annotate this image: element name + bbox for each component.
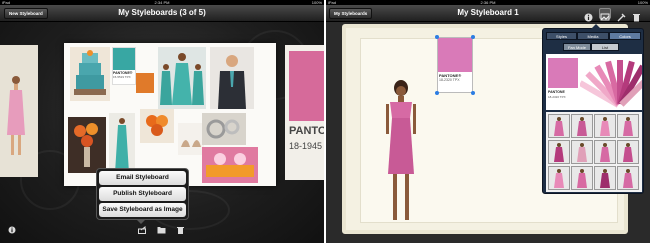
dress-thumbnail[interactable] — [617, 166, 639, 190]
dress-thumbnail[interactable] — [617, 114, 639, 138]
resize-handle[interactable] — [471, 91, 475, 95]
resize-handle[interactable] — [471, 35, 475, 39]
pantone-code-label: 18-1945 — [289, 141, 323, 151]
dress-thumbnail[interactable] — [548, 140, 570, 164]
swatch-code: 15-5519 TPX — [113, 75, 131, 79]
share-icon[interactable] — [138, 226, 147, 237]
centerpiece-image — [68, 117, 106, 173]
orange-pantone-swatch — [136, 73, 154, 93]
color-fan-deck[interactable] — [580, 54, 642, 110]
styleboard-editor-screen: iPad 2:36 PM 100% My Styleboards My Styl… — [326, 0, 650, 243]
popover-arrow — [136, 219, 146, 224]
new-folder-icon[interactable] — [157, 226, 166, 237]
dress-thumbnail[interactable] — [548, 114, 570, 138]
resize-handle[interactable] — [435, 35, 439, 39]
tab-colors[interactable]: Colors — [609, 32, 641, 40]
info-icon[interactable] — [8, 226, 16, 237]
media-library-button[interactable] — [599, 8, 611, 21]
tab-media[interactable]: Media — [577, 32, 609, 40]
previous-styleboard-card[interactable] — [0, 45, 38, 177]
preview-code: 18-2320 TPX — [548, 95, 566, 99]
selected-pantone-swatch[interactable]: PANTONE® 18-2320 TPX — [437, 37, 473, 93]
publish-styleboard-button[interactable]: Publish Styleboard — [99, 187, 186, 201]
navigation-bar: New Styleboard My Styleboards (3 of 5) — [0, 5, 324, 22]
styleboards-screen: iPad 2:34 PM 100% New Styleboard My Styl… — [0, 0, 324, 243]
dress-thumbnail[interactable] — [571, 140, 593, 164]
dress-thumbnail[interactable] — [548, 166, 570, 190]
shoes-image — [178, 123, 204, 155]
dress-thumbnail[interactable] — [594, 166, 616, 190]
dress-thumbnail[interactable] — [594, 140, 616, 164]
dress-thumbnail[interactable] — [571, 114, 593, 138]
bridal-party-image — [158, 47, 206, 109]
tab-styles[interactable]: Styles — [546, 32, 577, 40]
trash-icon[interactable] — [177, 226, 184, 237]
color-preview-area: PANTONE 18-2320 TPX — [546, 54, 642, 110]
share-popover: Email Styleboard Publish Styleboard Save… — [96, 168, 189, 224]
navigation-bar: My Styleboards My Styleboard 1 — [326, 5, 650, 22]
current-styleboard-card[interactable]: PANTONE® 15-5519 TPX — [64, 43, 276, 186]
dress-thumbnail[interactable] — [594, 114, 616, 138]
swatch-color — [438, 38, 472, 72]
page-title: My Styleboards (3 of 5) — [118, 8, 206, 17]
groom-image — [210, 47, 254, 109]
cake-image — [70, 47, 110, 101]
save-styleboard-as-image-button[interactable]: Save Styleboard as Image — [99, 203, 186, 217]
trash-icon[interactable] — [633, 9, 640, 27]
pantone-brand-label: PANTONE® — [289, 125, 324, 137]
pink-tablescape-image — [202, 147, 258, 183]
pink-dress-model-image[interactable] — [382, 78, 420, 228]
panel-arrow — [591, 24, 601, 29]
colors-panel: Styles Media Colors Fan Mode List PANTON… — [542, 24, 644, 194]
teal-pantone-swatch: PANTONE® 15-5519 TPX — [112, 47, 136, 85]
swatch-code: 18-2320 TPX — [439, 78, 460, 82]
bouquet-image — [140, 109, 174, 143]
resize-handle[interactable] — [435, 91, 439, 95]
image-icon — [600, 13, 610, 21]
preview-brand: PANTONE — [548, 90, 565, 94]
dress-thumbnail[interactable] — [617, 140, 639, 164]
dress-thumbnail[interactable] — [571, 166, 593, 190]
jewelry-image — [202, 113, 246, 145]
preview-swatch — [548, 58, 578, 88]
tab-fan-mode[interactable]: Fan Mode — [563, 43, 591, 51]
swatch-color — [113, 48, 135, 70]
next-styleboard-card[interactable]: PANTONE® 18-1945 — [285, 45, 324, 180]
dress-thumbnail-grid — [546, 112, 642, 192]
pantone-swatch — [289, 51, 324, 121]
email-styleboard-button[interactable]: Email Styleboard — [99, 171, 186, 185]
tab-list[interactable]: List — [591, 43, 619, 51]
dress-model-image — [0, 45, 38, 177]
